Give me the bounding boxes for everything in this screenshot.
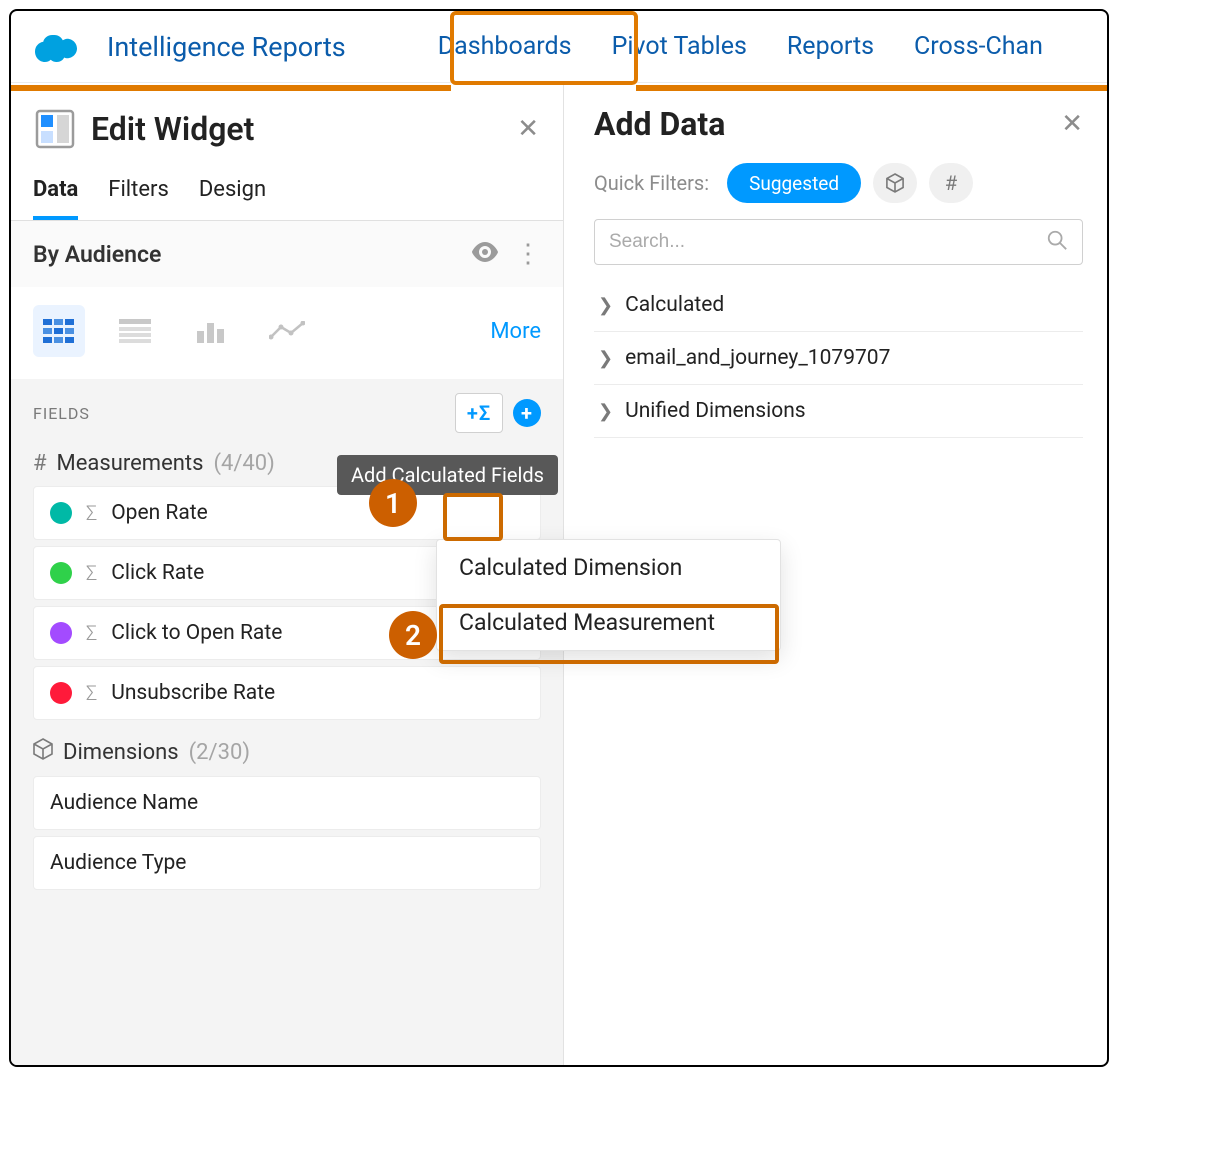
right-panel-title: Add Data: [594, 105, 1061, 143]
dimension-item[interactable]: Audience Name: [33, 776, 541, 830]
data-group[interactable]: ❯ Unified Dimensions: [594, 385, 1083, 438]
close-icon[interactable]: ✕: [1061, 109, 1083, 139]
top-nav: Intelligence Reports Dashboards Pivot Ta…: [11, 11, 1107, 83]
color-dot: [50, 622, 72, 644]
calculated-fields-menu: Calculated Dimension Calculated Measurem…: [436, 539, 781, 651]
data-group[interactable]: ❯ email_and_journey_1079707: [594, 332, 1083, 385]
data-group[interactable]: ❯ Calculated: [594, 279, 1083, 332]
sigma-icon: Σ: [86, 561, 97, 585]
app-title: Intelligence Reports: [107, 31, 346, 63]
dimension-item[interactable]: Audience Type: [33, 836, 541, 890]
cube-icon: [33, 738, 53, 766]
section-by-audience: By Audience ⋮: [11, 221, 563, 287]
sigma-icon: Σ: [86, 501, 97, 525]
chart-type-table[interactable]: [109, 305, 161, 357]
field-label: Audience Type: [50, 851, 186, 875]
tab-underline-left: [11, 85, 451, 91]
measurements-count: (4/40): [213, 451, 274, 476]
measurements-label: Measurements: [57, 451, 204, 476]
chart-more-link[interactable]: More: [490, 319, 541, 344]
data-group-label: email_and_journey_1079707: [625, 346, 890, 370]
visibility-icon[interactable]: [471, 242, 499, 266]
chevron-right-icon: ❯: [598, 295, 613, 316]
tab-data[interactable]: Data: [33, 177, 78, 220]
filter-measurements-icon[interactable]: #: [929, 163, 973, 203]
field-label: Click to Open Rate: [111, 621, 282, 645]
chart-type-row: More: [11, 287, 563, 379]
nav-cross-channel[interactable]: Cross-Chan: [906, 11, 1051, 83]
close-icon[interactable]: ✕: [517, 114, 539, 144]
field-label: Click Rate: [111, 561, 204, 585]
tab-filters[interactable]: Filters: [108, 177, 169, 220]
widget-tabs: Data Filters Design: [11, 165, 563, 221]
dimensions-count: (2/30): [189, 740, 250, 765]
panel-title: Edit Widget: [91, 110, 517, 148]
chart-type-line[interactable]: [261, 305, 313, 357]
dimensions-group: Dimensions (2/30): [33, 738, 541, 766]
tab-design[interactable]: Design: [199, 177, 266, 220]
data-group-label: Unified Dimensions: [625, 399, 806, 423]
hash-icon: #: [33, 451, 47, 476]
fields-heading: FIELDS: [33, 404, 90, 423]
color-dot: [50, 562, 72, 584]
search-icon: [1046, 229, 1068, 255]
add-field-button[interactable]: +: [513, 399, 541, 427]
field-label: Open Rate: [111, 501, 208, 525]
more-options-icon[interactable]: ⋮: [515, 239, 541, 269]
nav-dashboards[interactable]: Dashboards: [430, 11, 580, 83]
menu-calculated-dimension[interactable]: Calculated Dimension: [437, 540, 780, 595]
tooltip-add-calculated: Add Calculated Fields: [337, 455, 558, 495]
chevron-right-icon: ❯: [598, 348, 613, 369]
sigma-icon: Σ: [86, 681, 97, 705]
chart-type-bar[interactable]: [185, 305, 237, 357]
color-dot: [50, 502, 72, 524]
data-group-label: Calculated: [625, 293, 724, 317]
nav-pivot-tables[interactable]: Pivot Tables: [604, 11, 755, 83]
sigma-icon: Σ: [86, 621, 97, 645]
dimensions-label: Dimensions: [63, 740, 179, 765]
chart-type-heatmap[interactable]: [33, 305, 85, 357]
field-label: Audience Name: [50, 791, 198, 815]
search-box[interactable]: [594, 219, 1083, 265]
widget-icon: [33, 107, 77, 151]
quick-filters-label: Quick Filters:: [594, 171, 709, 195]
section-label: By Audience: [33, 241, 455, 268]
salesforce-cloud-icon: [35, 30, 83, 64]
filter-dimensions-icon[interactable]: [873, 163, 917, 203]
menu-calculated-measurement[interactable]: Calculated Measurement: [437, 595, 780, 650]
field-label: Unsubscribe Rate: [111, 681, 275, 705]
add-calculated-fields-button[interactable]: +Σ: [455, 393, 503, 433]
tab-underline-right: [636, 85, 1107, 91]
color-dot: [50, 682, 72, 704]
step-badge-1: 1: [369, 479, 417, 527]
measurement-item[interactable]: Σ Unsubscribe Rate: [33, 666, 541, 720]
search-input[interactable]: [609, 231, 1046, 253]
chevron-right-icon: ❯: [598, 401, 613, 422]
nav-reports[interactable]: Reports: [779, 11, 882, 83]
filter-suggested[interactable]: Suggested: [727, 163, 861, 203]
step-badge-2: 2: [389, 611, 437, 659]
